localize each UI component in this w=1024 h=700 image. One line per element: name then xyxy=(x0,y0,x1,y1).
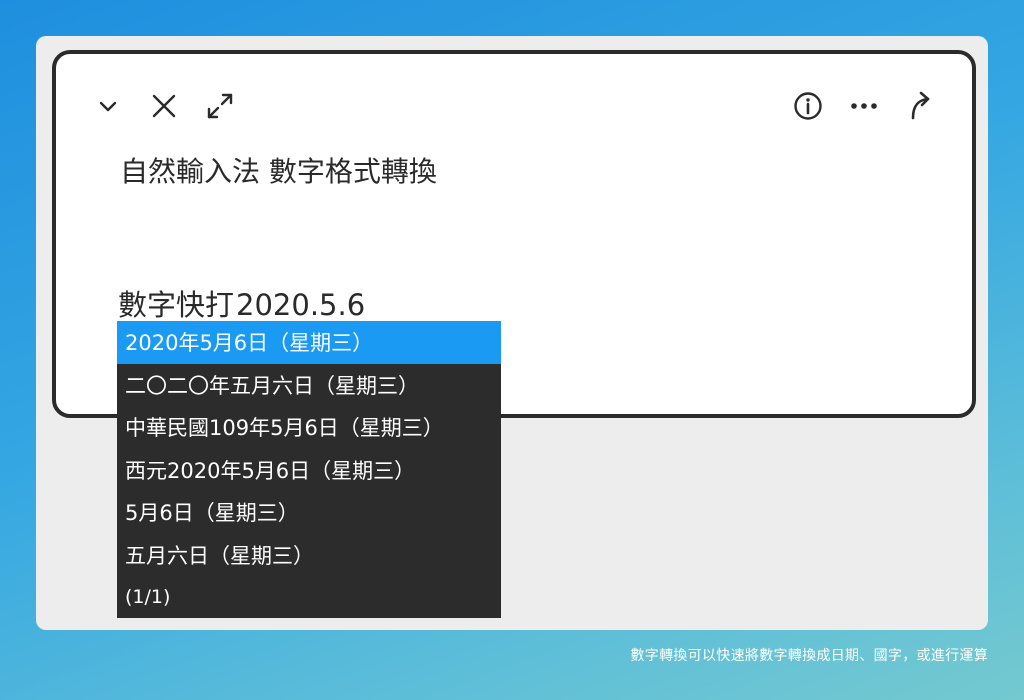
candidate-item[interactable]: 五月六日（星期三） xyxy=(117,534,501,577)
candidate-page-indicator: (1/1) xyxy=(125,586,171,608)
close-icon[interactable] xyxy=(148,90,180,122)
candidate-item[interactable]: 中華民國109年5月6日（星期三） xyxy=(117,406,501,449)
chevron-down-icon[interactable] xyxy=(92,90,124,122)
share-icon[interactable] xyxy=(904,90,936,122)
candidate-item[interactable]: 2020年5月6日（星期三） xyxy=(117,321,501,364)
info-icon[interactable] xyxy=(792,90,824,122)
candidate-item[interactable]: 西元2020年5月6日（星期三） xyxy=(117,449,501,492)
candidate-item[interactable]: 5月6日（星期三） xyxy=(117,491,501,534)
more-icon[interactable] xyxy=(848,90,880,122)
candidate-item[interactable]: 二〇二〇年五月六日（星期三） xyxy=(117,364,501,407)
caption-text: 數字轉換可以快速將數字轉換成日期、國字，或進行運算 xyxy=(630,648,988,664)
composing-segment: 2020.5.6 xyxy=(236,288,366,325)
expand-icon[interactable] xyxy=(204,90,236,122)
ime-candidate-list: 2020年5月6日（星期三） 二〇二〇年五月六日（星期三） 中華民國109年5月… xyxy=(117,321,501,618)
note-title: 自然輸入法 數字格式轉換 xyxy=(120,155,437,188)
